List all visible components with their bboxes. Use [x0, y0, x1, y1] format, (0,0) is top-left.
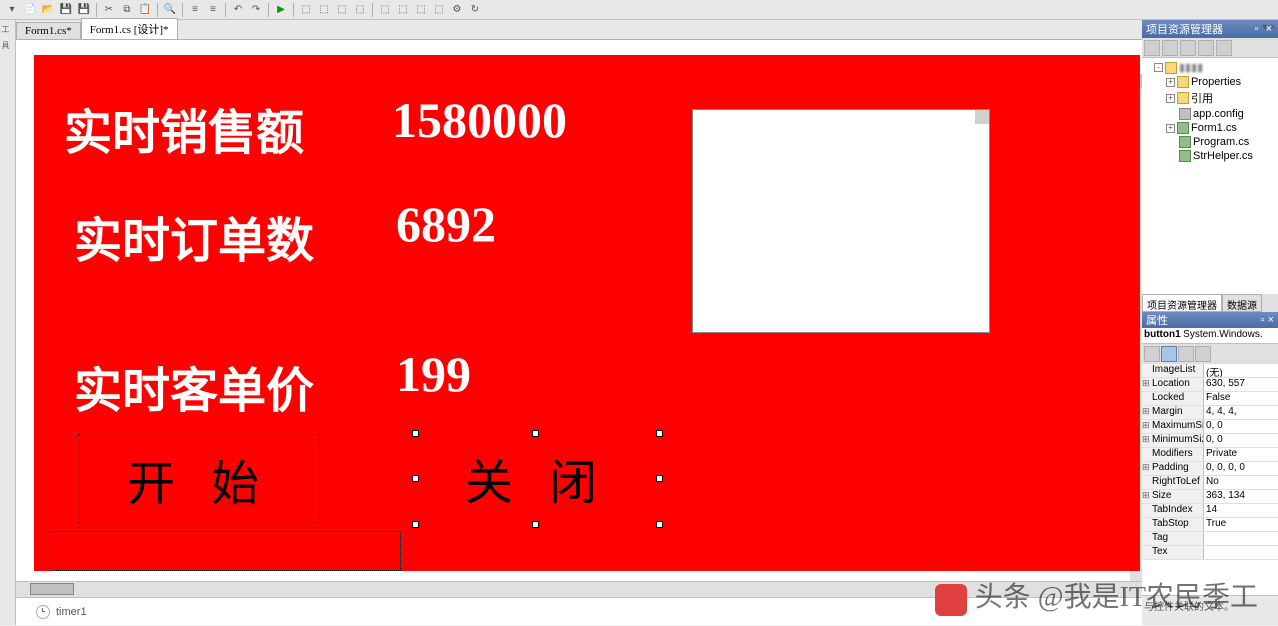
se-home-icon[interactable] — [1144, 40, 1160, 56]
tb-win2-icon[interactable]: ⬚ — [395, 2, 411, 18]
property-row[interactable]: MinimumSiz0, 0 — [1142, 434, 1278, 448]
tb-paste-icon[interactable]: 📋 — [137, 2, 153, 18]
left-dock-strip: 工 具 — [0, 20, 16, 625]
tb-redo-icon[interactable]: ↷ — [248, 2, 264, 18]
bottom-label-control[interactable] — [50, 532, 400, 570]
form-canvas[interactable]: 实时销售额 1580000 实时订单数 6892 实时客单价 199 开 始 关… — [34, 55, 1140, 571]
list-panel[interactable] — [692, 109, 990, 333]
tb-cut-icon[interactable]: ✂ — [101, 2, 117, 18]
solution-explorer-title: 项目资源管理器▫ × — [1142, 20, 1278, 38]
property-row[interactable]: MaximumSiz0, 0 — [1142, 420, 1278, 434]
tb-gear-icon[interactable]: ⚙ — [449, 2, 465, 18]
panel-pin-icon[interactable]: ▫ × — [1261, 314, 1274, 326]
resize-handle[interactable] — [412, 475, 419, 482]
label-avg[interactable]: 实时客单价 — [74, 351, 314, 421]
property-row[interactable]: ModifiersPrivate — [1142, 448, 1278, 462]
tb-new-icon[interactable]: ▾ — [4, 2, 20, 18]
resize-handle[interactable] — [412, 521, 419, 528]
se-props-icon[interactable] — [1198, 40, 1214, 56]
designer-surface[interactable]: 实时销售额 1580000 实时订单数 6892 实时客单价 199 开 始 关… — [18, 42, 1130, 581]
component-tray: timer1 — [16, 597, 1142, 625]
tb-save-icon[interactable]: 💾 — [58, 2, 74, 18]
tb-add-icon[interactable]: 📄 — [22, 2, 38, 18]
label-sales[interactable]: 实时销售额 — [64, 93, 304, 163]
tb-open-icon[interactable]: 📂 — [40, 2, 56, 18]
tree-node[interactable]: app.config — [1144, 107, 1276, 121]
se-view-icon[interactable] — [1216, 40, 1232, 56]
tb-saveall-icon[interactable]: 💾 — [76, 2, 92, 18]
timer-component[interactable]: timer1 — [56, 606, 87, 618]
tb-run-icon[interactable]: ▶ — [273, 2, 289, 18]
value-orders[interactable]: 6892 — [396, 195, 496, 253]
tab-form1-design[interactable]: Form1.cs [设计]* — [81, 18, 178, 39]
property-row[interactable]: Tag — [1142, 532, 1278, 546]
props-cat-icon[interactable] — [1144, 346, 1160, 362]
toolbox-tab-icon[interactable]: 工 — [2, 24, 14, 36]
property-row[interactable]: Size363, 134 — [1142, 490, 1278, 504]
property-row[interactable]: RightToLefNo — [1142, 476, 1278, 490]
tb-win1-icon[interactable]: ⬚ — [377, 2, 393, 18]
resize-handle[interactable] — [656, 521, 663, 528]
property-row[interactable]: TabStopTrue — [1142, 518, 1278, 532]
tb-step1-icon[interactable]: ⬚ — [298, 2, 314, 18]
close-button[interactable]: 关 闭 — [415, 433, 659, 523]
tb-find-icon[interactable]: 🔍 — [162, 2, 178, 18]
document-tabs: Form1.cs* Form1.cs [设计]* — [16, 20, 1142, 40]
tree-node[interactable]: +Form1.cs — [1144, 121, 1276, 135]
props-event-icon[interactable] — [1195, 346, 1211, 362]
property-row[interactable]: Margin4, 4, 4, — [1142, 406, 1278, 420]
resize-handle[interactable] — [656, 430, 663, 437]
properties-title: 属性▫ × — [1142, 312, 1278, 328]
properties-toolbar — [1142, 344, 1278, 364]
property-row[interactable]: Location630, 557 — [1142, 378, 1278, 392]
tree-node[interactable]: Program.cs — [1144, 135, 1276, 149]
se-showall-icon[interactable] — [1180, 40, 1196, 56]
se-refresh-icon[interactable] — [1162, 40, 1178, 56]
start-button[interactable]: 开 始 — [79, 435, 319, 523]
resize-handle[interactable] — [532, 521, 539, 528]
tree-node[interactable]: +引用 — [1144, 89, 1276, 107]
tb-step2-icon[interactable]: ⬚ — [316, 2, 332, 18]
tb-refresh-icon[interactable]: ↻ — [467, 2, 483, 18]
tb-step4-icon[interactable]: ⬚ — [352, 2, 368, 18]
props-prop-icon[interactable] — [1178, 346, 1194, 362]
tree-node[interactable]: StrHelper.cs — [1144, 149, 1276, 163]
tab-data-sources[interactable]: 数据源 — [1222, 294, 1262, 312]
property-row[interactable]: TabIndex14 — [1142, 504, 1278, 518]
tb-copy-icon[interactable]: ⧉ — [119, 2, 135, 18]
properties-grid[interactable]: ImageList(无)Location630, 557LockedFalseM… — [1142, 364, 1278, 596]
timer-icon[interactable] — [36, 605, 50, 619]
solution-explorer-tabs: 项目资源管理器 数据源 — [1142, 294, 1278, 312]
resize-handle[interactable] — [656, 475, 663, 482]
solution-tree[interactable]: -▮▮▮▮+Properties+引用app.config+Form1.csPr… — [1142, 58, 1278, 294]
property-row[interactable]: Tex — [1142, 546, 1278, 560]
properties-description: 与控件关联的文本。 — [1142, 595, 1278, 625]
toolbox-tab-icon2[interactable]: 具 — [2, 40, 14, 52]
tab-form1-cs[interactable]: Form1.cs* — [16, 22, 81, 39]
tb-outdent-icon[interactable]: ≡ — [205, 2, 221, 18]
value-sales[interactable]: 1580000 — [392, 91, 567, 149]
property-row[interactable]: ImageList(无) — [1142, 364, 1278, 378]
horizontal-scrollbar[interactable] — [16, 581, 1142, 597]
tb-undo-icon[interactable]: ↶ — [230, 2, 246, 18]
properties-object-selector[interactable]: button1 System.Windows. — [1142, 328, 1278, 344]
property-row[interactable]: LockedFalse — [1142, 392, 1278, 406]
solution-explorer-toolbar — [1142, 38, 1278, 58]
tb-win4-icon[interactable]: ⬚ — [431, 2, 447, 18]
tb-win3-icon[interactable]: ⬚ — [413, 2, 429, 18]
designer-viewport: 实时销售额 1580000 实时订单数 6892 实时客单价 199 开 始 关… — [16, 40, 1142, 581]
tb-indent-icon[interactable]: ≡ — [187, 2, 203, 18]
tree-node[interactable]: +Properties — [1144, 75, 1276, 89]
value-avg[interactable]: 199 — [396, 345, 471, 403]
resize-handle[interactable] — [412, 430, 419, 437]
label-orders[interactable]: 实时订单数 — [74, 201, 314, 271]
tab-solution-explorer[interactable]: 项目资源管理器 — [1142, 294, 1222, 312]
resize-handle[interactable] — [532, 430, 539, 437]
property-row[interactable]: Padding0, 0, 0, 0 — [1142, 462, 1278, 476]
props-az-icon[interactable] — [1161, 346, 1177, 362]
tb-step3-icon[interactable]: ⬚ — [334, 2, 350, 18]
main-toolbar: ▾ 📄 📂 💾 💾 ✂ ⧉ 📋 🔍 ≡ ≡ ↶ ↷ ▶ ⬚ ⬚ ⬚ ⬚ ⬚ ⬚ … — [0, 0, 1278, 20]
tab-close-icon[interactable]: ▾ × — [1262, 22, 1276, 33]
